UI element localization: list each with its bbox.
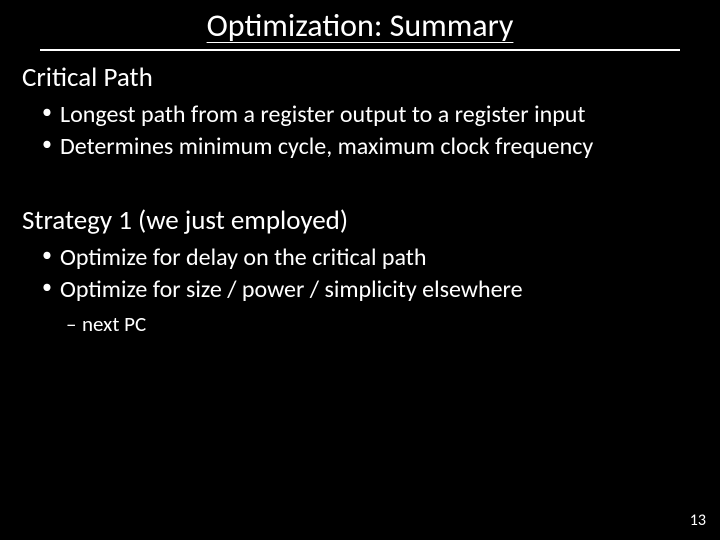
slide: Optimization: Summary Critical Path Long…: [0, 0, 720, 540]
bullet-item: Optimize for size / power / simplicity e…: [42, 275, 698, 305]
bullet-item: Optimize for delay on the critical path: [42, 243, 698, 273]
bullet-list: Longest path from a register output to a…: [22, 100, 698, 162]
slide-title: Optimization: Summary: [60, 0, 660, 45]
bullet-item: Determines minimum cycle, maximum clock …: [42, 132, 698, 162]
section-heading-critical-path: Critical Path: [22, 61, 698, 94]
section-heading-strategy-1: Strategy 1 (we just employed): [22, 204, 698, 237]
page-number: 13: [690, 511, 706, 530]
sub-bullet-item: next PC: [66, 311, 698, 338]
bullet-item: Longest path from a register output to a…: [42, 100, 698, 130]
sub-bullet-list: next PC: [22, 311, 698, 338]
bullet-list: Optimize for delay on the critical path …: [22, 243, 698, 305]
slide-content: Critical Path Longest path from a regist…: [0, 51, 720, 338]
